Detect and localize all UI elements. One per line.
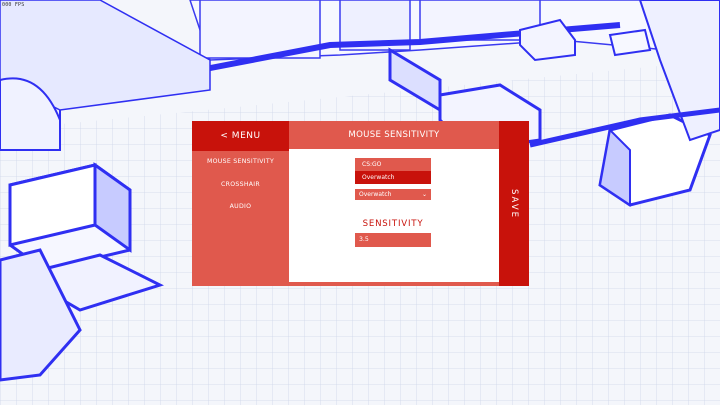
dropdown-option-csgo[interactable]: CS:GO (355, 158, 431, 171)
game-select-value: Overwatch (359, 191, 392, 198)
game-dropdown-list: CS:GO Overwatch (355, 158, 431, 184)
sensitivity-label: SENSITIVITY (362, 219, 424, 229)
nav-item-mouse-sensitivity[interactable]: MOUSE SENSITIVITY (192, 158, 289, 165)
game-select[interactable]: Overwatch ⌄ (355, 189, 431, 200)
settings-menu: < MENU MOUSE SENSITIVITY CROSSHAIR AUDIO… (192, 121, 529, 286)
dropdown-option-overwatch[interactable]: Overwatch (355, 171, 431, 184)
panel-bottom-border (289, 282, 499, 286)
save-label: SAVE (509, 188, 519, 219)
fps-counter: 000 FPS (2, 2, 25, 8)
sensitivity-input[interactable]: 3.5 (355, 233, 431, 247)
nav-item-crosshair[interactable]: CROSSHAIR (192, 181, 289, 188)
menu-sidebar: < MENU MOUSE SENSITIVITY CROSSHAIR AUDIO (192, 121, 289, 286)
settings-panel: CS:GO Overwatch Overwatch ⌄ SENSITIVITY … (289, 149, 499, 282)
back-to-menu-button[interactable]: < MENU (192, 121, 289, 151)
page-title: MOUSE SENSITIVITY (289, 121, 499, 149)
chevron-down-icon: ⌄ (421, 191, 427, 198)
nav-item-audio[interactable]: AUDIO (192, 203, 289, 210)
save-button[interactable]: SAVE (499, 121, 529, 286)
